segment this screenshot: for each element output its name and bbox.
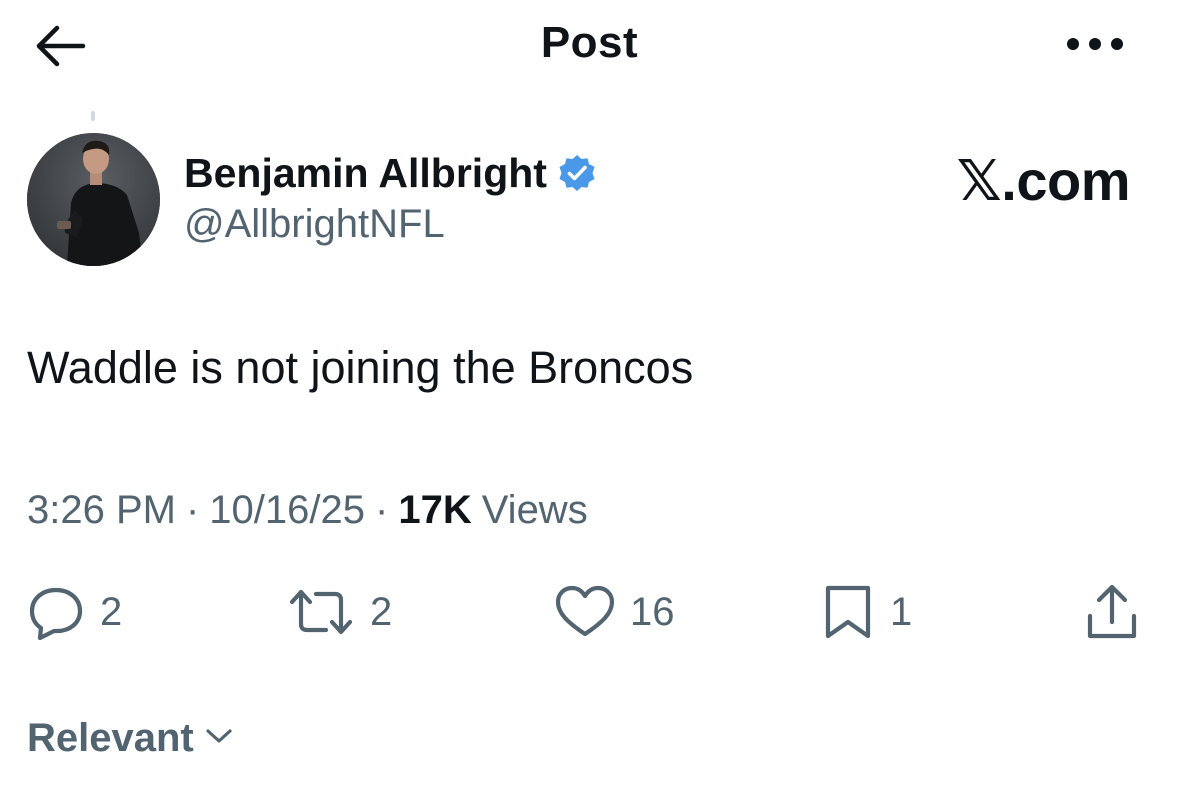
repost-count: 2 [370,589,393,634]
replies-sort-label: Relevant [27,715,194,760]
post-meta: 3:26 PM · 10/16/25 · 17K Views [27,488,588,533]
reply-icon [26,584,86,640]
reply-button[interactable]: 2 [26,580,122,644]
share-icon [1082,582,1142,642]
back-button[interactable] [28,20,92,76]
author-name-row[interactable]: Benjamin Allbright [184,146,597,200]
meta-separator: · [185,488,200,532]
chevron-down-icon [194,726,234,751]
verified-badge-icon[interactable] [557,153,597,193]
author-handle[interactable]: @AllbrightNFL [184,202,445,247]
x-com-watermark: 𝕏.com [956,149,1131,212]
more-horizontal-icon [1065,36,1125,57]
post-date[interactable]: 10/16/25 [209,488,365,533]
like-button[interactable]: 16 [554,580,675,644]
bookmark-button[interactable]: 1 [820,580,912,644]
meta-separator: · [375,488,389,532]
arrow-left-icon [33,24,87,73]
thread-connector [91,111,95,121]
repost-icon [286,584,356,640]
like-count: 16 [630,589,675,634]
reply-count: 2 [100,589,123,634]
views-label[interactable]: Views [482,488,588,533]
avatar-photo [27,133,160,266]
views-count[interactable]: 17K [398,488,471,533]
repost-button[interactable]: 2 [286,580,392,644]
display-name[interactable]: Benjamin Allbright [184,150,547,197]
post-text: Waddle is not joining the Broncos [27,342,694,393]
bookmark-count: 1 [890,589,913,634]
bookmark-icon [820,582,876,642]
avatar[interactable] [27,133,160,266]
more-options-button[interactable] [1060,24,1130,68]
share-button[interactable] [1082,580,1142,644]
replies-sort-dropdown[interactable]: Relevant [27,710,234,766]
post-time[interactable]: 3:26 PM [27,488,176,533]
page-title: Post [540,18,639,67]
heart-icon [554,584,616,640]
